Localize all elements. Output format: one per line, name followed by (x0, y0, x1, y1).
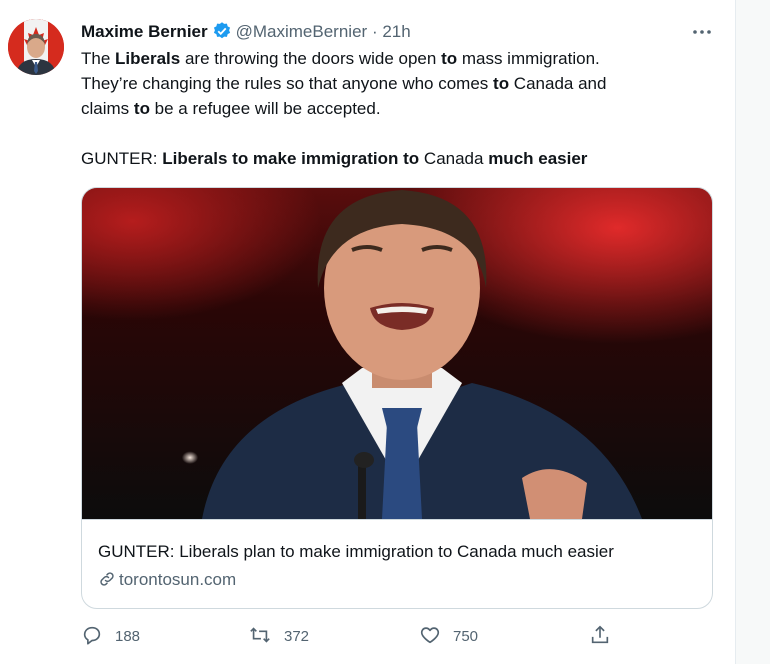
tweet-text: The Liberals are throwing the doors wide… (81, 46, 711, 171)
like-button[interactable]: 750 (419, 624, 478, 648)
avatar[interactable] (8, 19, 64, 75)
share-button[interactable] (589, 624, 623, 648)
tweet-line: GUNTER: Liberals to make immigration to … (81, 149, 588, 168)
tweet-timestamp[interactable]: 21h (382, 22, 410, 41)
card-image[interactable] (82, 188, 712, 519)
card-domain[interactable]: torontosun.com (98, 568, 236, 592)
retweet-button[interactable]: 372 (248, 624, 309, 648)
verified-badge-icon (212, 21, 232, 48)
link-icon (98, 570, 119, 589)
author-handle[interactable]: @MaximeBernier (236, 22, 368, 41)
retweet-count: 372 (284, 628, 310, 645)
like-icon (419, 627, 453, 645)
tweet[interactable]: Maxime Bernier @MaximeBernier · 21h The L… (0, 0, 736, 664)
reply-icon (81, 626, 115, 645)
tweet-line: They’re changing the rules so that anyon… (81, 74, 607, 93)
separator-dot: · (371, 22, 378, 41)
share-icon (589, 625, 623, 645)
card-title[interactable]: GUNTER: Liberals plan to make immigratio… (98, 540, 614, 564)
reply-button[interactable]: 188 (81, 624, 140, 648)
card-divider (82, 519, 712, 520)
more-icon[interactable] (690, 22, 714, 42)
author-name[interactable]: Maxime Bernier (81, 22, 208, 41)
tweet-line: claims to be a refugee will be accepted. (81, 99, 381, 118)
reply-count: 188 (115, 628, 141, 645)
tweet-header: Maxime Bernier @MaximeBernier · 21h (81, 20, 411, 48)
link-card[interactable]: GUNTER: Liberals plan to make immigratio… (81, 187, 713, 609)
retweet-icon (248, 627, 284, 645)
tweet-line: The Liberals are throwing the doors wide… (81, 49, 600, 68)
like-count: 750 (453, 628, 479, 645)
